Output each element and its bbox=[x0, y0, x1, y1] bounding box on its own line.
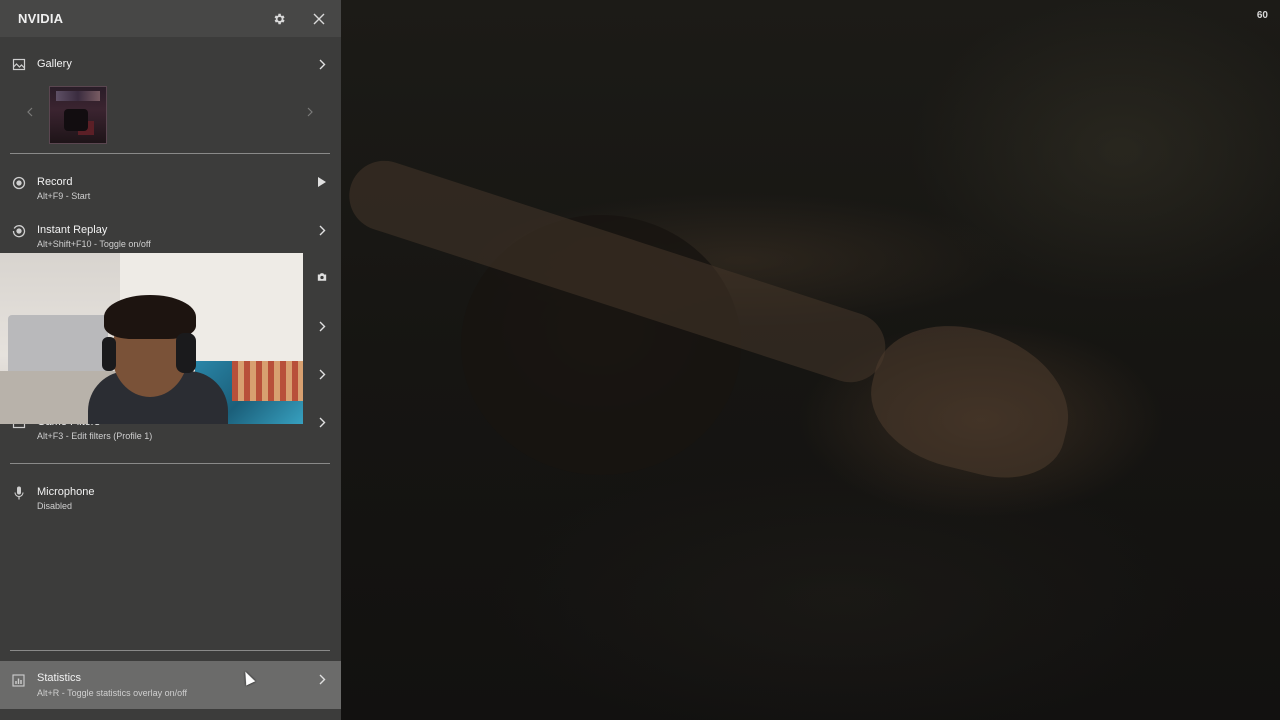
headset-icon bbox=[176, 333, 196, 373]
gallery-next-icon[interactable] bbox=[305, 106, 315, 118]
statistics-icon bbox=[11, 673, 26, 688]
headset-earcup bbox=[102, 337, 116, 371]
microphone-icon bbox=[11, 485, 26, 500]
microphone-status: Disabled bbox=[37, 501, 73, 511]
record-label: Record bbox=[37, 176, 73, 188]
menu-item-microphone[interactable]: Microphone Disabled bbox=[0, 485, 341, 529]
gallery-prev-icon[interactable] bbox=[25, 106, 35, 118]
instant-replay-label: Instant Replay bbox=[37, 224, 108, 236]
game-scene bbox=[340, 0, 1280, 720]
chevron-right-icon[interactable] bbox=[317, 368, 327, 380]
microphone-label: Microphone bbox=[37, 486, 95, 498]
chevron-right-icon[interactable] bbox=[317, 320, 327, 332]
statistics-shortcut: Alt+R - Toggle statistics overlay on/off bbox=[37, 688, 187, 698]
divider bbox=[10, 153, 330, 154]
close-icon[interactable] bbox=[310, 10, 328, 28]
webcam-headboard bbox=[8, 315, 108, 375]
statistics-label: Statistics bbox=[37, 672, 82, 684]
chevron-right-icon[interactable] bbox=[317, 58, 327, 70]
divider bbox=[10, 650, 330, 651]
app-title: NVIDIA bbox=[18, 11, 64, 26]
chevron-right-icon[interactable] bbox=[317, 416, 327, 428]
record-icon bbox=[11, 175, 26, 190]
gallery-thumbnail[interactable] bbox=[49, 86, 107, 144]
gear-icon[interactable] bbox=[270, 10, 288, 28]
chevron-right-icon[interactable] bbox=[317, 224, 327, 236]
fps-counter: 60 bbox=[1256, 10, 1268, 21]
camera-icon[interactable] bbox=[317, 271, 327, 283]
gallery-icon bbox=[11, 57, 26, 72]
gallery-label: Gallery bbox=[37, 58, 72, 70]
record-shortcut: Alt+F9 - Start bbox=[37, 191, 91, 201]
menu-item-statistics[interactable]: Statistics Alt+R - Toggle statistics ove… bbox=[0, 661, 341, 709]
scene-figure-hand bbox=[857, 307, 1085, 493]
webcam-pillow bbox=[232, 361, 303, 401]
menu-item-record[interactable]: Record Alt+F9 - Start bbox=[0, 175, 341, 219]
play-icon[interactable] bbox=[317, 176, 327, 188]
game-filters-shortcut: Alt+F3 - Edit filters (Profile 1) bbox=[37, 431, 153, 441]
instant-replay-icon bbox=[11, 223, 26, 238]
webcam-feed bbox=[0, 253, 303, 424]
divider bbox=[10, 463, 330, 464]
instant-replay-shortcut: Alt+Shift+F10 - Toggle on/off bbox=[37, 239, 151, 249]
chevron-right-icon[interactable] bbox=[317, 673, 327, 685]
overlay-header: NVIDIA bbox=[0, 0, 341, 37]
